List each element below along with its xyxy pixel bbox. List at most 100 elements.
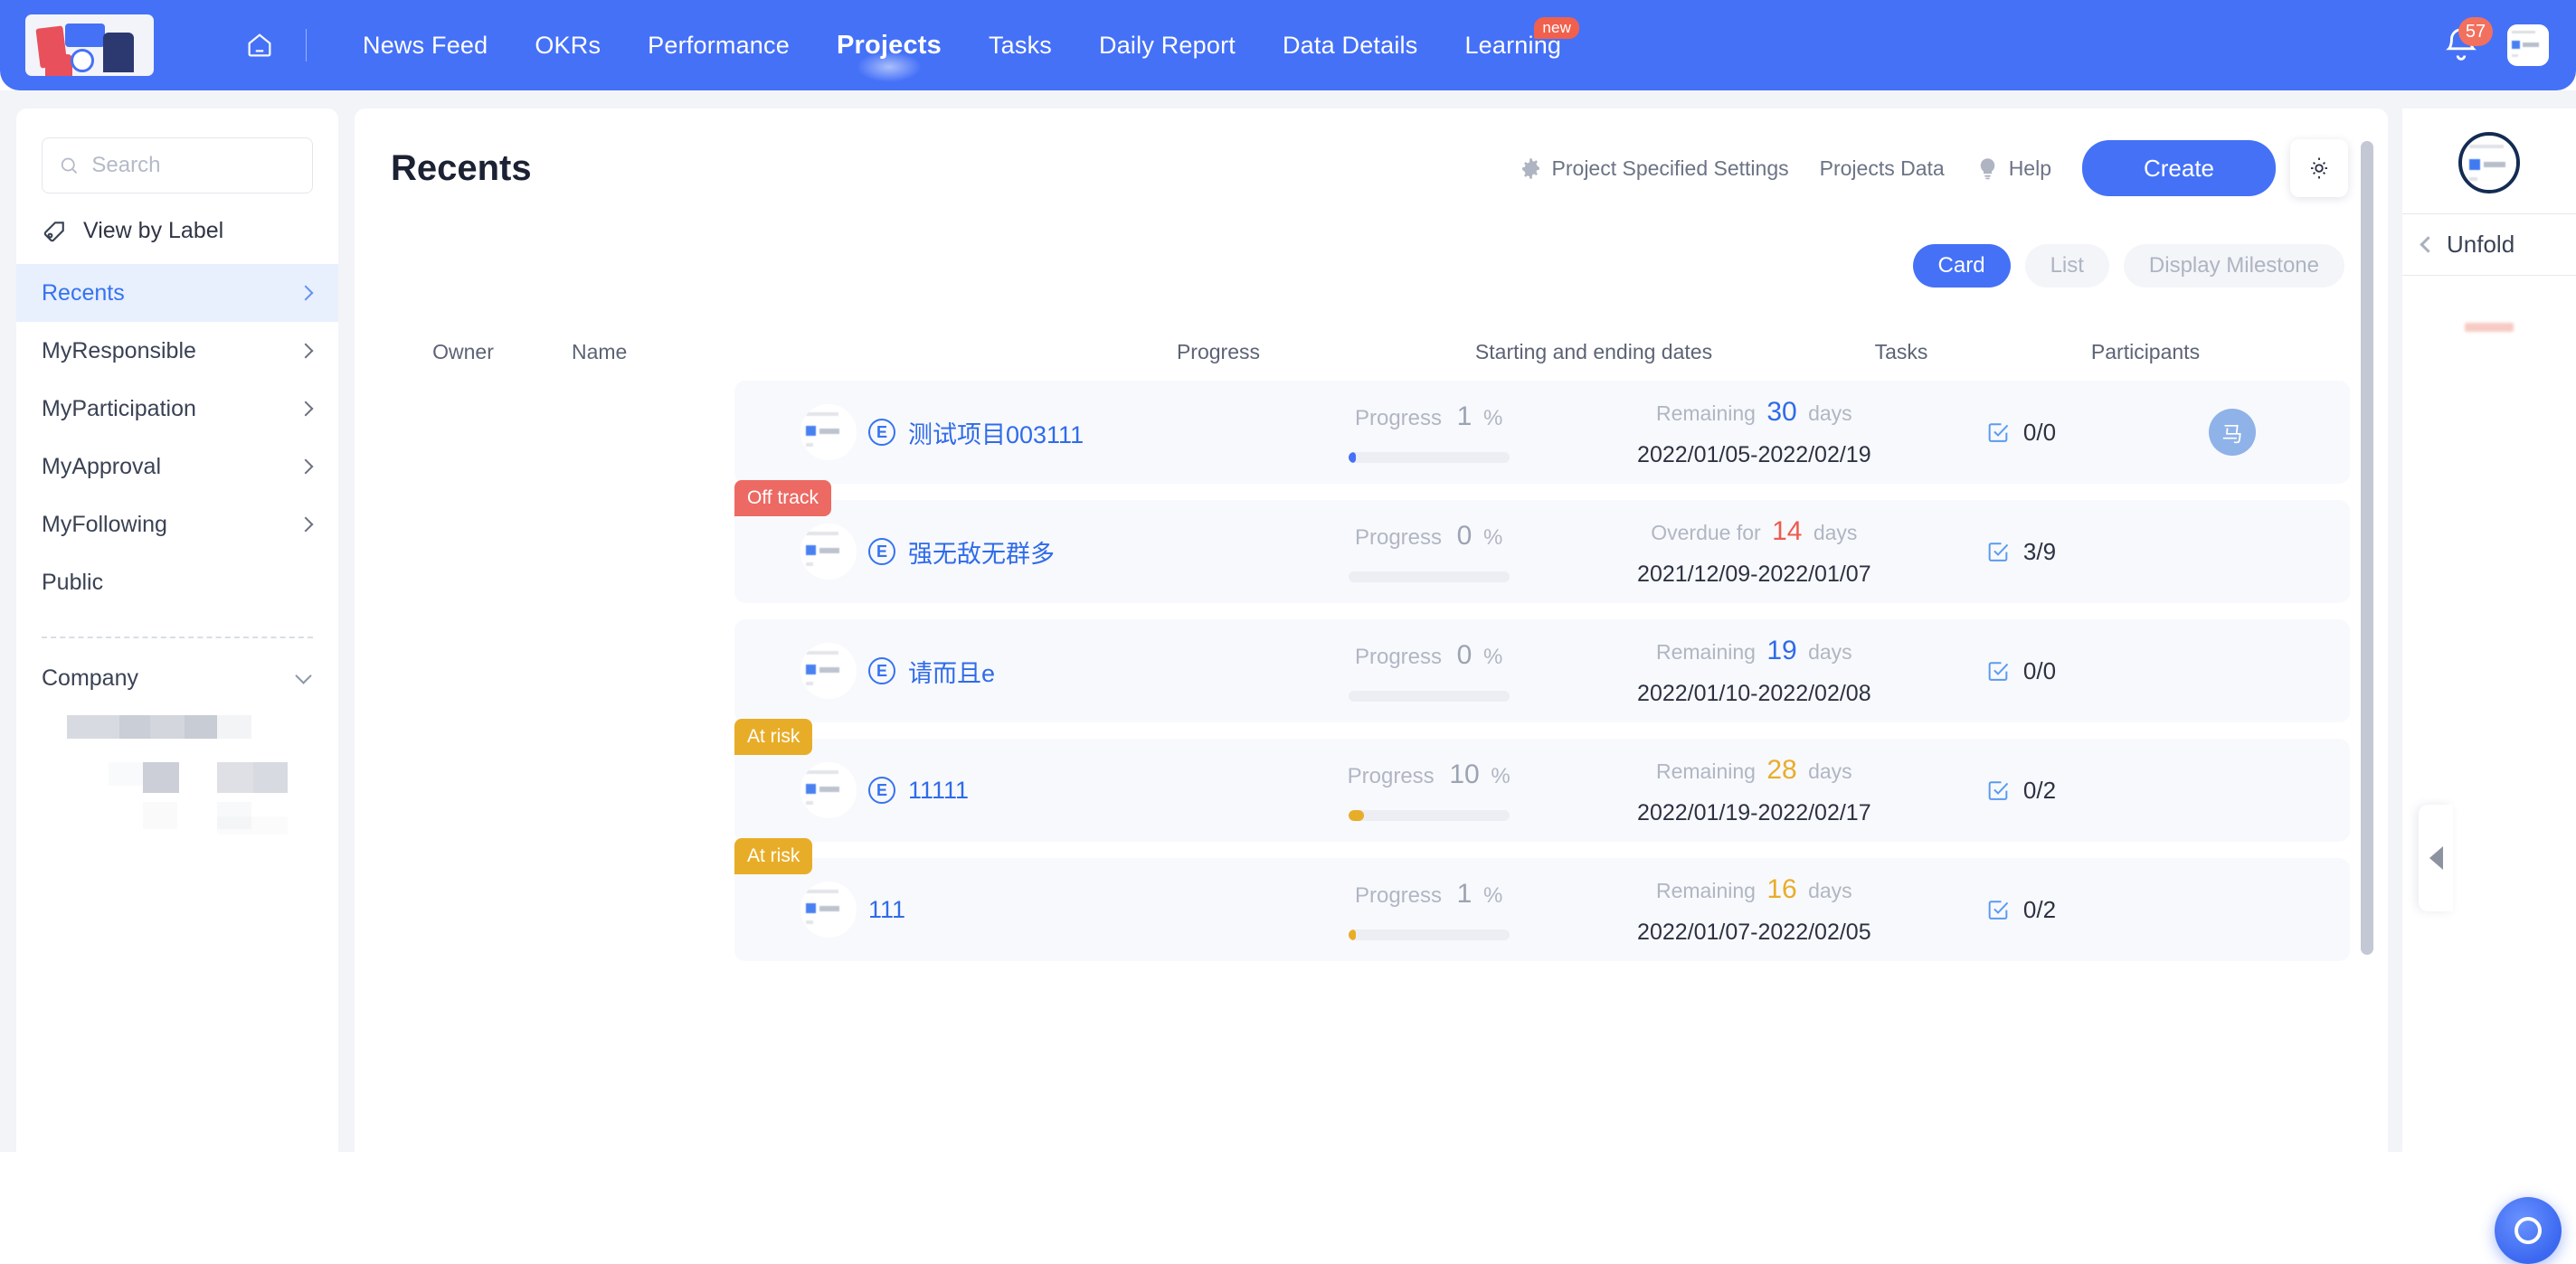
nav-item-performance[interactable]: Performance (624, 32, 813, 60)
owner-avatar[interactable] (800, 762, 857, 818)
progress-track (1348, 810, 1510, 821)
collapse-panel-handle[interactable] (2419, 805, 2453, 911)
project-specified-settings-label: Project Specified Settings (1551, 156, 1789, 180)
view-mode-card[interactable]: Card (1912, 244, 2011, 288)
progress-cell: Progress 0 % (1276, 521, 1582, 582)
nav-label: Performance (648, 31, 790, 59)
unfold-button[interactable]: Unfold (2402, 214, 2576, 275)
app-logo[interactable] (25, 14, 154, 76)
main-content-panel: Recents Project Specified Settings Proje… (355, 108, 2388, 1152)
page-title: Recents (391, 147, 532, 188)
name-cell: E 强无敌无群多 (868, 534, 1276, 570)
status-badge: At risk (734, 719, 813, 755)
tasks-count: 3/9 (2022, 537, 2057, 565)
table-row[interactable]: E 测试项目003111 Progress 1 % Remaining 30 d… (734, 381, 2350, 484)
progress-cell: Progress 1 % (1276, 879, 1582, 940)
search-input[interactable] (91, 153, 296, 178)
notifications-button[interactable]: 57 (2440, 17, 2493, 66)
nav-label: News Feed (363, 31, 488, 59)
sidebar-item-label: Recents (42, 279, 125, 306)
create-button[interactable]: Create (2082, 140, 2276, 196)
user-avatar[interactable] (2507, 24, 2549, 66)
nav-divider (306, 29, 307, 61)
progress-cell: Progress 1 % (1276, 401, 1582, 463)
participant-avatar[interactable]: 马 (2209, 409, 2256, 456)
project-name-link[interactable]: 11111 (908, 777, 969, 805)
sidebar-item-myfollowing[interactable]: MyFollowing (16, 495, 338, 553)
settings-button[interactable] (2290, 139, 2348, 197)
content-header: Recents Project Specified Settings Proje… (355, 108, 2388, 197)
table-row[interactable]: Off track E 强无敌无群多 Progress 0 % Overdue … (734, 480, 2350, 603)
project-name-link[interactable]: 请而且e (908, 654, 995, 689)
column-header-name: Name (572, 340, 628, 363)
project-name-link[interactable]: 测试项目003111 (908, 415, 1084, 450)
progress-label: Progress 10 % (1347, 759, 1511, 789)
date-range: 2022/01/05-2022/02/19 (1637, 441, 1871, 467)
sidebar-item-recents[interactable]: Recents (16, 264, 338, 322)
name-cell: E 11111 (868, 777, 1276, 805)
owner-avatar[interactable] (800, 643, 857, 699)
nav-label: Projects (836, 30, 942, 60)
nav-item-news-feed[interactable]: News Feed (339, 32, 511, 60)
circle-icon (2514, 1217, 2542, 1244)
tasks-cell: 0/2 (1927, 777, 2115, 805)
rail-avatar[interactable] (2458, 132, 2520, 193)
name-cell: 111 (868, 896, 1276, 924)
column-header-participants: Participants (2090, 340, 2201, 363)
nav-item-tasks[interactable]: Tasks (965, 32, 1075, 60)
sidebar-item-label: Public (42, 569, 104, 595)
view-by-label-button[interactable]: View by Label (16, 193, 338, 264)
tasks-cell: 0/2 (1927, 896, 2115, 924)
owner-avatar[interactable] (800, 404, 857, 460)
table-row[interactable]: At risk E 11111 Progress 10 % Remaining … (734, 719, 2350, 842)
sidebar-company-section[interactable]: Company (16, 638, 338, 692)
table-row[interactable]: At risk 111 Progress 1 % Remaining 16 da… (734, 838, 2350, 961)
view-mode-list[interactable]: List (2024, 244, 2109, 288)
content-scrollbar[interactable] (2361, 141, 2373, 955)
project-type-icon: E (868, 657, 895, 684)
sidebar-item-myresponsible[interactable]: MyResponsible (16, 322, 338, 380)
nav-item-daily-report[interactable]: Daily Report (1075, 32, 1259, 60)
progress-track (1348, 571, 1510, 582)
tasks-cell: 0/0 (1927, 419, 2115, 447)
nav-item-learning[interactable]: Learning new (1441, 16, 1585, 60)
home-button[interactable] (244, 30, 275, 61)
table-row[interactable]: E 请而且e Progress 0 % Remaining 19 days 20… (734, 619, 2350, 722)
sidebar-item-myparticipation[interactable]: MyParticipation (16, 380, 338, 438)
dates-cell: Remaining 30 days 2022/01/05-2022/02/19 (1582, 397, 1927, 468)
project-type-icon: E (868, 419, 895, 446)
table-header: Owner Name Progress Starting and ending … (355, 288, 2388, 364)
search-box[interactable] (42, 137, 313, 193)
name-cell: E 请而且e (868, 654, 1276, 689)
project-specified-settings-button[interactable]: Project Specified Settings (1519, 156, 1789, 181)
nav-item-projects[interactable]: Projects (813, 31, 965, 61)
dates-cell: Overdue for 14 days 2021/12/09-2022/01/0… (1582, 516, 1927, 588)
floating-action-button[interactable] (2495, 1197, 2562, 1264)
triangle-left-icon (2429, 846, 2443, 870)
sidebar-item-public[interactable]: Public (16, 553, 338, 611)
sidebar-item-myapproval[interactable]: MyApproval (16, 438, 338, 495)
project-name-link[interactable]: 111 (868, 896, 905, 924)
nav-label: OKRs (535, 31, 601, 59)
sidebar-item-label: MyApproval (42, 453, 161, 479)
help-button[interactable]: Help (1975, 156, 2051, 181)
nav-item-data-details[interactable]: Data Details (1259, 32, 1441, 60)
nav-item-okrs[interactable]: OKRs (511, 32, 624, 60)
project-name-link[interactable]: 强无敌无群多 (908, 534, 1055, 570)
name-cell: E 测试项目003111 (868, 415, 1276, 450)
dates-cell: Remaining 28 days 2022/01/19-2022/02/17 (1582, 755, 1927, 826)
nav-label: Daily Report (1099, 31, 1236, 59)
progress-cell: Progress 0 % (1276, 640, 1582, 702)
owner-avatar[interactable] (800, 882, 857, 938)
task-checkbox-icon (1988, 662, 2009, 681)
participants-cell: 马 (2115, 409, 2350, 456)
dates-remaining-label: Remaining 30 days (1655, 396, 1852, 427)
view-mode-display-milestone[interactable]: Display Milestone (2123, 244, 2344, 288)
progress-track (1348, 929, 1510, 940)
chevron-right-icon (298, 458, 314, 475)
owner-avatar[interactable] (800, 524, 857, 580)
projects-data-button[interactable]: Projects Data (1820, 156, 1945, 181)
chevron-right-icon (298, 401, 314, 417)
dates-remaining-label: Remaining 16 days (1655, 873, 1852, 904)
date-range: 2022/01/19-2022/02/17 (1637, 799, 1871, 825)
